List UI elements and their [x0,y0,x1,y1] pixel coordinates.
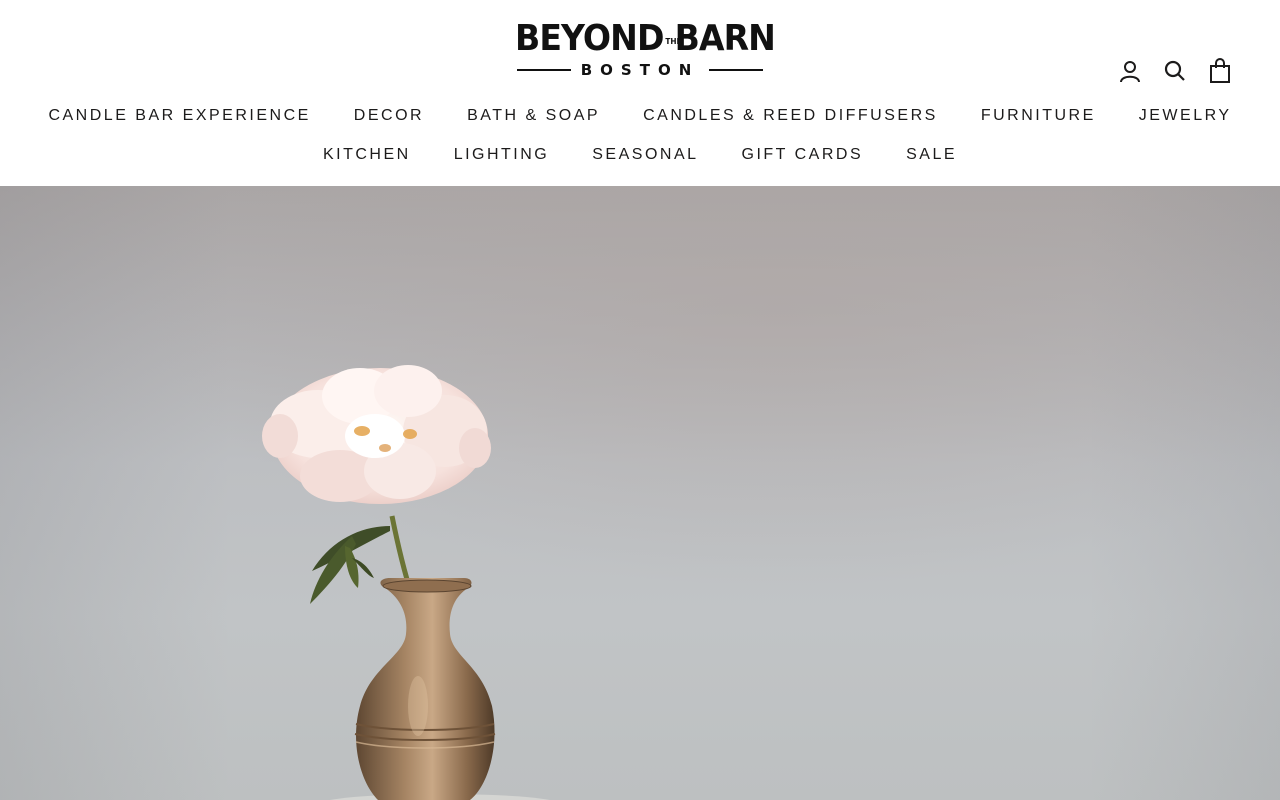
cart-bag-icon[interactable] [1205,56,1235,86]
nav-sale[interactable]: SALE [906,143,957,167]
nav-candles-reed-diffusers[interactable]: CANDLES & REED DIFFUSERS [643,104,938,128]
nav-gift-cards[interactable]: GIFT CARDS [742,143,864,167]
site-header: BEYOND THEBARN BOSTON CANDLE BAR EXPERIEN… [0,0,1280,186]
nav-seasonal[interactable]: SEASONAL [592,143,698,167]
account-icon[interactable] [1115,56,1145,86]
brand-logo[interactable]: BEYOND THEBARN BOSTON [515,18,776,80]
logo-city: BOSTON [580,61,700,79]
nav-candle-bar-experience[interactable]: CANDLE BAR EXPERIENCE [48,104,310,128]
logo-name-right: BARN [674,18,776,59]
logo-rule-right [709,69,763,71]
nav-furniture[interactable]: FURNITURE [981,104,1096,128]
nav-jewelry[interactable]: JEWELRY [1139,104,1232,128]
logo-wordmark: BEYOND THEBARN [515,18,776,59]
search-icon[interactable] [1160,56,1190,86]
nav-row-primary: CANDLE BAR EXPERIENCE DECOR BATH & SOAP … [0,104,1280,128]
main-navigation: CANDLE BAR EXPERIENCE DECOR BATH & SOAP … [0,104,1280,182]
nav-kitchen[interactable]: KITCHEN [323,143,411,167]
hero-banner[interactable] [0,186,1280,800]
logo-rule-left [517,69,571,71]
logo-city-row: BOSTON [515,60,765,80]
logo-the: THE [665,37,682,46]
hero-image-peony-vase [262,365,550,800]
peony-bloom [262,365,491,504]
logo-name-left: BEYOND [515,18,664,59]
leaf-3 [345,546,359,588]
nav-lighting[interactable]: LIGHTING [454,143,550,167]
vase-highlight [408,676,428,736]
vase-rim [382,579,472,593]
nav-row-secondary: KITCHEN LIGHTING SEASONAL GIFT CARDS SAL… [0,143,1280,167]
nav-bath-soap[interactable]: BATH & SOAP [467,104,600,128]
nav-decor[interactable]: DECOR [354,104,424,128]
